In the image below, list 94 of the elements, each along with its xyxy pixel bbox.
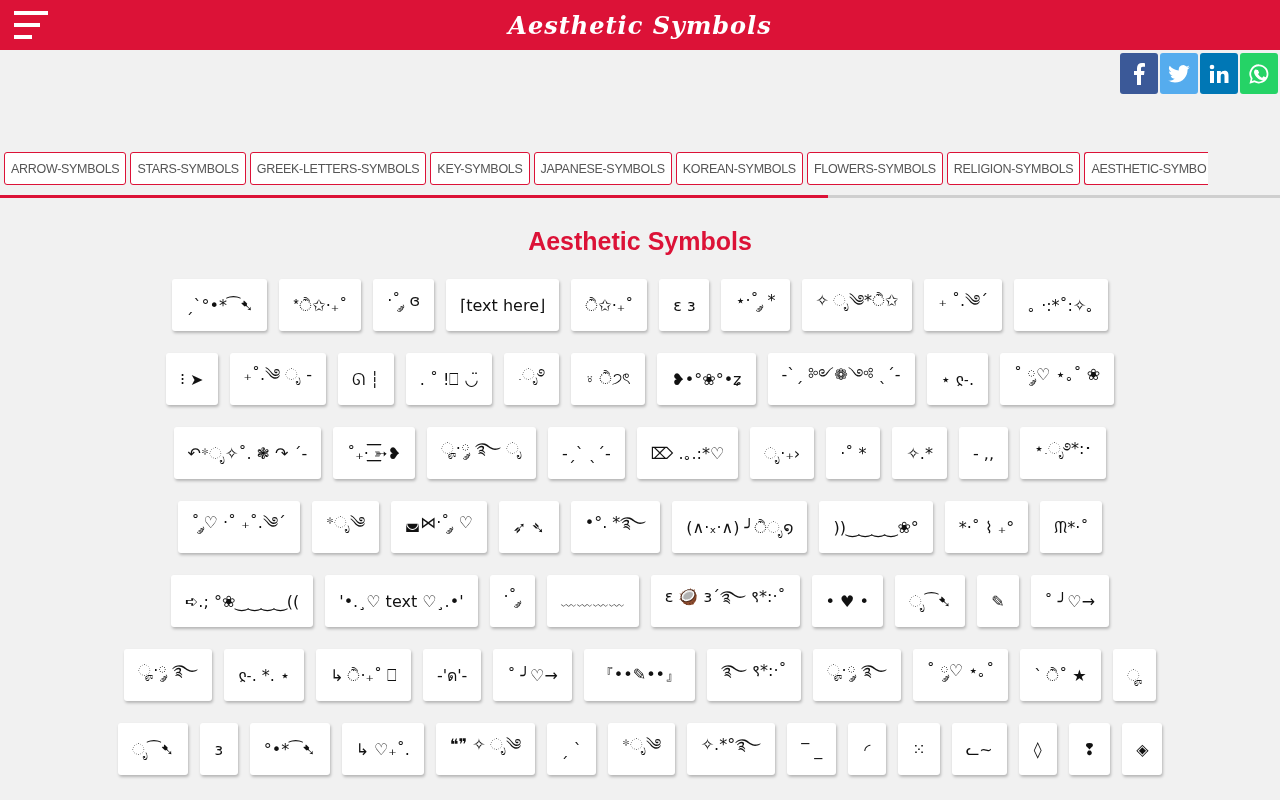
symbol-button[interactable]: ·˚ ༘ bbox=[489, 575, 535, 627]
symbol-button[interactable]: ⁙ bbox=[898, 723, 940, 775]
symbol-button[interactable]: ❥•°❀°•ʑ bbox=[657, 353, 756, 405]
symbol-button[interactable]: ೄ·༘ ࿐ ೃ bbox=[426, 427, 537, 479]
symbol-button[interactable]: (∧·ₓ·∧) ╯ੈೃ໑ bbox=[672, 501, 808, 553]
symbol-button[interactable]: ₊ ˚.༄ˊ bbox=[924, 279, 1003, 331]
category-tab[interactable]: ARROW-SYMBOLS bbox=[4, 152, 127, 185]
f-letter-icon bbox=[1133, 62, 1145, 85]
symbol-button[interactable]: ✧.* bbox=[892, 427, 947, 479]
symbol-button[interactable]: ⋆ ჺ˗. bbox=[926, 353, 989, 405]
symbol-button[interactable]: ⌦ .｡.:*♡ bbox=[636, 427, 739, 479]
symbol-button[interactable]: ⁝ ➤ bbox=[165, 353, 218, 405]
symbol-button[interactable]: *ੈ✩‧₊˚ bbox=[279, 279, 362, 331]
symbol-button[interactable]: ✎ bbox=[977, 575, 1019, 627]
symbol-button[interactable]: ˚ ╯♡→ bbox=[493, 649, 572, 701]
symbol-button[interactable]: 『••✎••』 bbox=[583, 649, 695, 701]
symbol-button[interactable]: ᓚ~ bbox=[951, 723, 1007, 775]
phone-bubble-icon bbox=[1248, 62, 1270, 85]
category-tab[interactable]: KEY-SYMBOLS bbox=[430, 152, 530, 185]
symbol-button[interactable]: ·˚ * bbox=[826, 427, 881, 479]
symbol-button[interactable]: ˏ ˋ bbox=[546, 723, 596, 775]
symbol-button[interactable]: ⋆·˚ ༘ * bbox=[721, 279, 790, 331]
symbol-button[interactable]: . ˚ !⎕ ◡̈ bbox=[405, 353, 493, 405]
symbol-button[interactable]: ⌈text here⌋ bbox=[446, 279, 560, 331]
symbol-button[interactable]: ✧.*°࿐ bbox=[686, 723, 776, 775]
symbol-button[interactable]: ࿐ ९*:·˚ bbox=[707, 649, 801, 701]
category-tab[interactable]: RELIGION-SYMBOLS bbox=[946, 152, 1081, 185]
site-title: Aesthetic Symbols bbox=[508, 10, 772, 40]
symbol-button[interactable]: .ೃ࿔ bbox=[504, 353, 560, 405]
symbol-button[interactable]: ೄ·༘ ࿐ bbox=[124, 649, 213, 701]
scrollbar-thumb[interactable] bbox=[0, 195, 828, 198]
symbol-button[interactable]: ❝❞ ✧ ೃ༄ bbox=[435, 723, 535, 775]
symbol-button[interactable]: ೃ⁀➷ bbox=[117, 723, 188, 775]
symbol-button[interactable]: -ˏˋ ˎˊ- bbox=[548, 427, 625, 479]
symbol-button[interactable]: ˏˋ°•*⁀➷ bbox=[171, 279, 268, 331]
in-letters-icon bbox=[1209, 63, 1229, 84]
symbol-button[interactable]: ❢ bbox=[1068, 723, 1111, 775]
symbol-button[interactable]: ➶ ➴ bbox=[498, 501, 559, 553]
symbol-button[interactable]: °•*⁀➷ bbox=[249, 723, 330, 775]
symbol-button[interactable]: ✧ ೃ༄*ੈ✩ bbox=[801, 279, 913, 331]
symbol-button[interactable]: ·˚ ༘ ɞ bbox=[373, 279, 435, 331]
category-tab[interactable]: FLOWERS-SYMBOLS bbox=[806, 152, 943, 185]
symbol-button[interactable]: - ,, bbox=[958, 427, 1008, 479]
symbol-button[interactable]: ↶*ೃ✧˚. ❃ ↷ ˊ- bbox=[173, 427, 322, 479]
symbol-button[interactable]: • ♥ • bbox=[811, 575, 883, 627]
category-tab[interactable]: AESTHETIC-SYMBO bbox=[1084, 152, 1209, 185]
symbol-button[interactable]: ˚₊· ͟͟͞͞➳❥ bbox=[333, 427, 415, 479]
symbol-button[interactable]: -ˋˏ ༻❁༺ ˎˊ- bbox=[767, 353, 915, 405]
symbol-button[interactable]: ˚ ◌༘♡ ⋆｡˚ bbox=[912, 649, 1009, 701]
symbol-button[interactable]: ೄ·༘ ࿐ bbox=[812, 649, 901, 701]
symbol-button[interactable]: ↳ ੈ‧₊˚ ⎕ bbox=[316, 649, 412, 701]
category-tab[interactable]: KOREAN-SYMBOLS bbox=[675, 152, 803, 185]
symbol-button[interactable]: *·˚ ⌇ ₊° bbox=[944, 501, 1029, 553]
bird-icon bbox=[1168, 64, 1190, 83]
symbol-button[interactable]: ➪.; °❀‿‿‿‿(( bbox=[170, 575, 314, 627]
symbol-button[interactable]: ◊ bbox=[1018, 723, 1057, 775]
category-tab[interactable]: STARS-SYMBOLS bbox=[130, 152, 246, 185]
symbol-button[interactable]: ੈ✩‧₊˚ bbox=[571, 279, 648, 331]
symbol-button[interactable]: ))‿‿‿‿❀° bbox=[819, 501, 933, 553]
category-tab[interactable]: GREEK-LETTERS-SYMBOLS bbox=[249, 152, 427, 185]
symbol-button[interactable]: ჺ˗. *. ⋆ bbox=[224, 649, 304, 701]
symbol-button[interactable]: ˚ ◌༘♡ ⋆｡˚ ❀ bbox=[1000, 353, 1115, 405]
symbol-button[interactable]: ᘏ ┆ bbox=[338, 353, 394, 405]
symbol-button[interactable]: ɜ bbox=[199, 723, 238, 775]
symbol-button[interactable]: ₊˚.༄ ೃ - bbox=[229, 353, 326, 405]
symbol-button[interactable]: ⋆.ೃ࿔*:･ bbox=[1019, 427, 1107, 479]
symbol-button[interactable]: ˋ ੈ˚ ★ bbox=[1020, 649, 1101, 701]
symbol-button[interactable]: ◛⋈·˚ ༘ ♡ bbox=[390, 501, 487, 553]
symbol-button[interactable]: •°. *࿐ bbox=[570, 501, 661, 553]
symbol-button[interactable]: ◜ bbox=[848, 723, 887, 775]
category-tab[interactable]: JAPANESE-SYMBOLS bbox=[533, 152, 672, 185]
symbol-button[interactable]: ◈ bbox=[1122, 723, 1163, 775]
symbol-button[interactable]: *ೃ༄ bbox=[607, 723, 675, 775]
symbol-button[interactable]: ｡ ·:*˚:✧｡ bbox=[1014, 279, 1109, 331]
symbol-button[interactable]: ‾ _ bbox=[787, 723, 837, 775]
symbol-button[interactable]: ⍤ ੈ੭ৎ bbox=[571, 353, 646, 405]
symbol-button[interactable]: ↳ ♡₊˚. bbox=[341, 723, 424, 775]
symbol-button[interactable]: ೃ·₊› bbox=[750, 427, 815, 479]
page-heading: Aesthetic Symbols bbox=[527, 226, 753, 256]
symbol-button[interactable]: ೄ bbox=[1112, 649, 1156, 701]
symbol-button[interactable]: ɛ ɜ bbox=[659, 279, 710, 331]
menu-button[interactable] bbox=[14, 11, 48, 39]
symbol-button[interactable]: ﹏﹏﹏﹏ bbox=[546, 575, 639, 627]
menu-icon bbox=[14, 11, 48, 39]
symbol-button[interactable]: '•.¸♡ text ♡¸.•' bbox=[325, 575, 478, 627]
symbol-button[interactable]: ˚ ༘♡ ·˚ ₊˚.༄ˊ bbox=[177, 501, 300, 553]
symbol-button[interactable]: ᙏ*·˚ bbox=[1040, 501, 1103, 553]
share-button[interactable] bbox=[1120, 53, 1158, 94]
symbol-button[interactable]: *ೃ༄ bbox=[311, 501, 379, 553]
symbol-button[interactable]: ˚ ╯♡→ bbox=[1030, 575, 1110, 627]
symbol-button[interactable]: ೃ⁀➷ bbox=[894, 575, 966, 627]
symbol-button[interactable]: -'ด'- bbox=[423, 649, 482, 701]
share-button[interactable] bbox=[1200, 53, 1238, 94]
symbol-button[interactable]: ɛ 🥥 ɜ´࿐ ९*:·˚ bbox=[650, 575, 800, 627]
